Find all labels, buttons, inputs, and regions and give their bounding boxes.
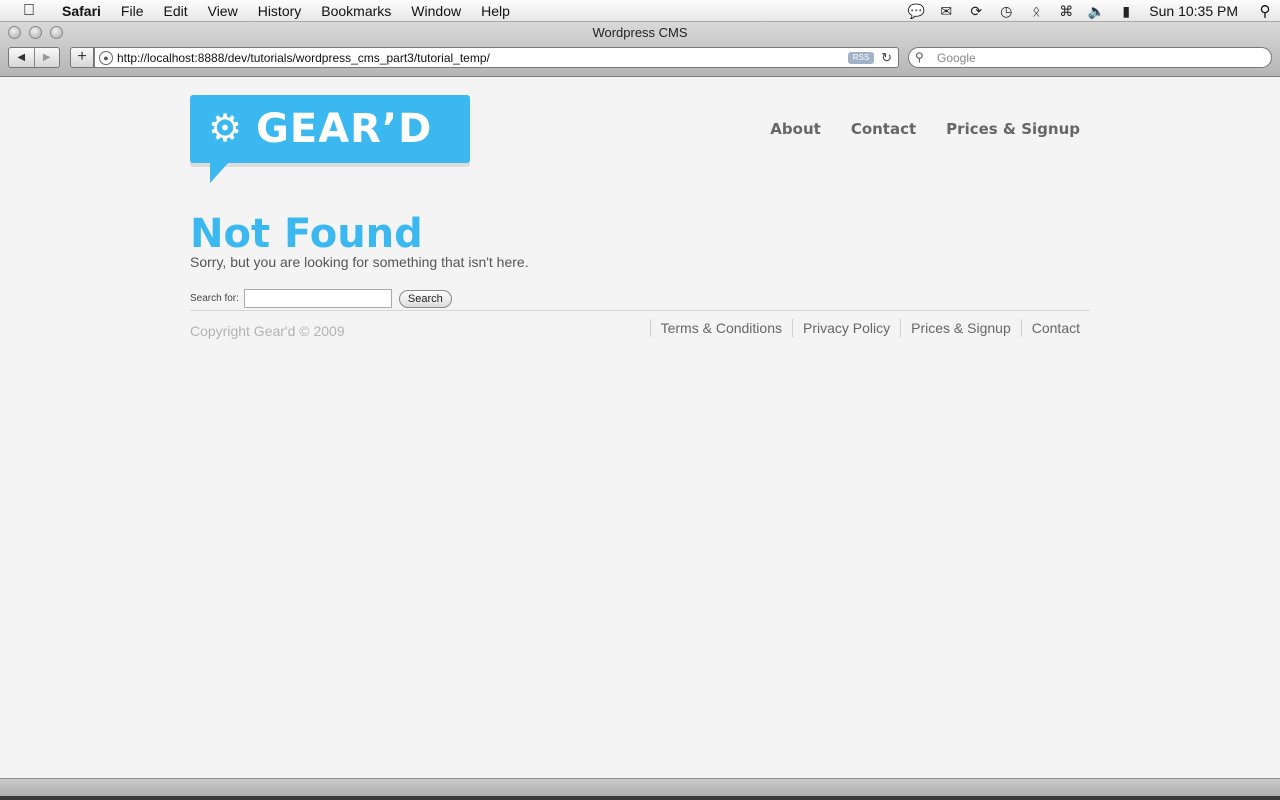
volume-icon[interactable]: 🔈 (1081, 3, 1111, 20)
spotlight-icon[interactable]: ⚲ (1250, 2, 1280, 20)
search-input[interactable] (243, 289, 392, 308)
nav-prices-signup[interactable]: Prices & Signup (946, 120, 1080, 138)
sync-icon[interactable]: ⟳ (961, 3, 991, 20)
apple-menu-icon[interactable]:  (18, 2, 40, 20)
not-found-message: Sorry, but you are looking for something… (190, 254, 529, 270)
menu-clock[interactable]: Sun 10:35 PM (1141, 3, 1250, 19)
browser-status-bar (0, 778, 1280, 800)
menu-view[interactable]: View (198, 0, 248, 22)
footer-nav: Terms & Conditions Privacy Policy Prices… (649, 319, 1080, 337)
reload-icon[interactable]: ↻ (881, 50, 892, 66)
copyright: Copyright Gear'd © 2009 (190, 323, 345, 339)
forward-button[interactable]: ▶ (33, 48, 60, 67)
menu-edit[interactable]: Edit (153, 0, 197, 22)
globe-icon: ● (99, 51, 113, 65)
footer-divider (190, 310, 1090, 311)
nav-about[interactable]: About (770, 120, 821, 138)
menu-bookmarks[interactable]: Bookmarks (311, 0, 401, 22)
dock-edge (0, 796, 1280, 800)
url-text[interactable]: http://localhost:8888/dev/tutorials/word… (117, 51, 490, 65)
main-nav: About Contact Prices & Signup (770, 120, 1080, 138)
rss-button[interactable]: RSS (848, 52, 874, 64)
search-button[interactable]: Search (398, 289, 452, 308)
bluetooth-icon[interactable]: ᛟ (1021, 3, 1051, 19)
menu-file[interactable]: File (111, 0, 154, 22)
web-page: ⚙ GEAR’D About Contact Prices & Signup N… (0, 78, 1280, 778)
menu-bar:  Safari File Edit View History Bookmark… (0, 0, 1280, 22)
logo-tail (210, 161, 230, 183)
footer-contact[interactable]: Contact (1020, 319, 1080, 337)
menu-extras: 💬 ✉ ⟳ ◷ ᛟ ⌘ 🔈 ▮ Sun 10:35 PM ⚲ (901, 0, 1280, 22)
nav-contact[interactable]: Contact (851, 120, 916, 138)
chat-icon[interactable]: 💬 (901, 3, 931, 20)
footer-privacy[interactable]: Privacy Policy (792, 319, 900, 337)
battery-icon[interactable]: ▮ (1111, 3, 1141, 20)
search-form: Search for: Search (190, 289, 452, 308)
gear-icon: ⚙ (208, 108, 243, 150)
footer-prices-signup[interactable]: Prices & Signup (900, 319, 1021, 337)
search-icon: ⚲ (915, 50, 924, 64)
time-machine-icon[interactable]: ◷ (991, 3, 1021, 20)
browser-toolbar: Wordpress CMS ◀ ▶ + ● http://localhost:8… (0, 22, 1280, 77)
wifi-icon[interactable]: ⌘ (1051, 3, 1081, 20)
brand-name: GEAR’D (256, 106, 433, 152)
menu-help[interactable]: Help (471, 0, 520, 22)
menu-safari[interactable]: Safari (52, 0, 111, 22)
add-bookmark-button[interactable]: + (70, 47, 94, 68)
search-placeholder: Google (937, 51, 976, 65)
site-logo[interactable]: ⚙ GEAR’D (190, 95, 470, 183)
menu-history[interactable]: History (248, 0, 312, 22)
address-bar[interactable]: ● http://localhost:8888/dev/tutorials/wo… (94, 47, 899, 68)
back-forward-buttons: ◀ ▶ (8, 47, 60, 68)
window-title: Wordpress CMS (592, 25, 688, 40)
mail-icon[interactable]: ✉ (931, 3, 961, 20)
page-title: Not Found (190, 211, 423, 257)
browser-search-field[interactable]: ⚲ Google (908, 47, 1272, 68)
footer-terms[interactable]: Terms & Conditions (649, 319, 792, 337)
menu-window[interactable]: Window (401, 0, 471, 22)
back-button[interactable]: ◀ (9, 48, 34, 67)
search-label: Search for: (190, 293, 239, 304)
